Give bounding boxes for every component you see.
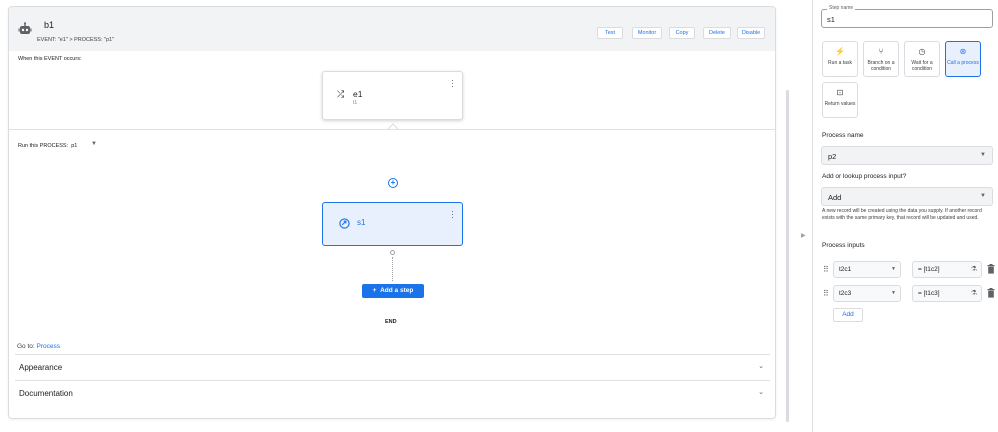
help-text: A new record will be created using the d… <box>822 208 982 221</box>
bot-subtitle: EVENT: "e1" > PROCESS: "p1" <box>37 37 115 43</box>
dropdown-arrow-icon: ▼ <box>980 193 986 199</box>
robot-icon <box>18 22 32 34</box>
call-process-icon: ⊛ <box>959 47 967 56</box>
dropdown-arrow-icon: ▼ <box>891 290 896 296</box>
event-table: t1 <box>353 100 358 106</box>
disable-button[interactable]: Disable <box>737 27 765 39</box>
process-input-row: ⠿ t2c1 ▼ = [t1c2] ⚗ <box>821 261 996 279</box>
run-task-button[interactable]: ⚡ Run a task <box>822 41 858 77</box>
chevron-down-icon: ⌄ <box>758 389 764 396</box>
step-settings-panel: Step name s1 ⚡ Run a task ⑂ Branch on a … <box>813 0 998 432</box>
more-vert-icon[interactable]: · · · <box>451 76 454 91</box>
monitor-button[interactable]: Monitor <box>632 27 662 39</box>
end-label: END <box>385 319 397 325</box>
step-name-label: Step name <box>827 5 856 11</box>
copy-button[interactable]: Copy <box>669 27 695 39</box>
add-input-button[interactable]: Add <box>833 308 863 322</box>
process-input-row: ⠿ t2c3 ▼ = [t1c3] ⚗ <box>821 285 996 303</box>
flask-icon[interactable]: ⚗ <box>971 265 977 273</box>
lightning-icon: ⚡ <box>835 47 845 56</box>
step-card[interactable]: s1 · · · <box>322 202 463 246</box>
trash-icon[interactable] <box>987 288 995 298</box>
process-name-value: p2 <box>828 152 837 161</box>
lookup-value: Add <box>828 193 842 202</box>
bot-title: b1 <box>44 20 55 30</box>
app-page: b1 EVENT: "e1" > PROCESS: "p1" Test Moni… <box>0 0 998 432</box>
documentation-section[interactable]: Documentation ⌄ <box>15 380 770 406</box>
branch-icon: ⑂ <box>878 47 884 56</box>
trash-icon[interactable] <box>987 264 995 274</box>
process-section-label: Run this PROCESS: p1 <box>18 143 78 149</box>
clock-icon: ◷ <box>918 47 926 56</box>
step-name: s1 <box>357 218 366 227</box>
call-process-button[interactable]: ⊛ Call a process <box>945 41 981 77</box>
process-value: p1 <box>71 143 78 149</box>
shuffle-icon: ⤮ <box>337 89 345 99</box>
input-column-select[interactable]: t2c1 ▼ <box>833 261 901 278</box>
appearance-section-title: Appearance <box>19 363 63 372</box>
step-name-value: s1 <box>827 15 835 24</box>
event-name: e1 <box>353 89 363 99</box>
event-section-label: When this EVENT occurs: <box>18 56 82 62</box>
chevron-right-icon[interactable]: ▶ <box>801 232 806 239</box>
input-expression-field[interactable]: = [t1c2] ⚗ <box>912 261 982 278</box>
connector-dot <box>390 250 395 255</box>
flask-icon[interactable]: ⚗ <box>971 289 977 297</box>
bot-editor-card: b1 EVENT: "e1" > PROCESS: "p1" Test Moni… <box>8 6 776 419</box>
process-name-label: Process name <box>822 132 864 139</box>
bot-header: b1 EVENT: "e1" > PROCESS: "p1" Test Moni… <box>9 7 775 51</box>
drag-handle-icon[interactable]: ⠿ <box>823 265 829 274</box>
wait-condition-button[interactable]: ◷ Wait for a condition <box>904 41 940 77</box>
dropdown-arrow-icon: ▼ <box>891 266 896 272</box>
process-inputs-label: Process inputs <box>822 242 865 249</box>
appearance-section[interactable]: Appearance ⌄ <box>15 354 770 380</box>
goto-line: Go to: Process <box>17 343 61 350</box>
process-dropdown-icon[interactable]: ▼ <box>91 141 97 147</box>
more-vert-icon[interactable]: · · · <box>451 207 454 222</box>
call-process-icon <box>339 218 350 229</box>
delete-button[interactable]: Delete <box>703 27 731 39</box>
input-column-select[interactable]: t2c3 ▼ <box>833 285 901 302</box>
add-circle-icon[interactable]: + <box>388 178 398 188</box>
event-card[interactable]: ⤮ e1 t1 · · · <box>322 71 463 120</box>
drag-handle-icon[interactable]: ⠿ <box>823 289 829 298</box>
return-icon: ⊡ <box>836 88 844 97</box>
return-values-button[interactable]: ⊡ Return values <box>822 82 858 118</box>
add-step-button[interactable]: + Add a step <box>362 284 424 298</box>
section-divider <box>9 129 775 130</box>
branch-condition-button[interactable]: ⑂ Branch on a condition <box>863 41 899 77</box>
chevron-down-icon: ⌄ <box>758 363 764 370</box>
lookup-label: Add or lookup process input? <box>822 173 907 180</box>
test-button[interactable]: Test <box>597 27 623 39</box>
step-name-field[interactable]: Step name s1 <box>821 5 993 28</box>
documentation-section-title: Documentation <box>19 389 73 398</box>
lookup-select[interactable]: Add ▼ <box>821 187 993 206</box>
dropdown-arrow-icon: ▼ <box>980 152 986 158</box>
connector-line <box>392 257 393 281</box>
input-expression-field[interactable]: = [t1c3] ⚗ <box>912 285 982 302</box>
scrollbar[interactable] <box>786 90 789 422</box>
process-name-select[interactable]: p2 ▼ <box>821 146 993 165</box>
goto-process-link[interactable]: Process <box>37 343 60 350</box>
